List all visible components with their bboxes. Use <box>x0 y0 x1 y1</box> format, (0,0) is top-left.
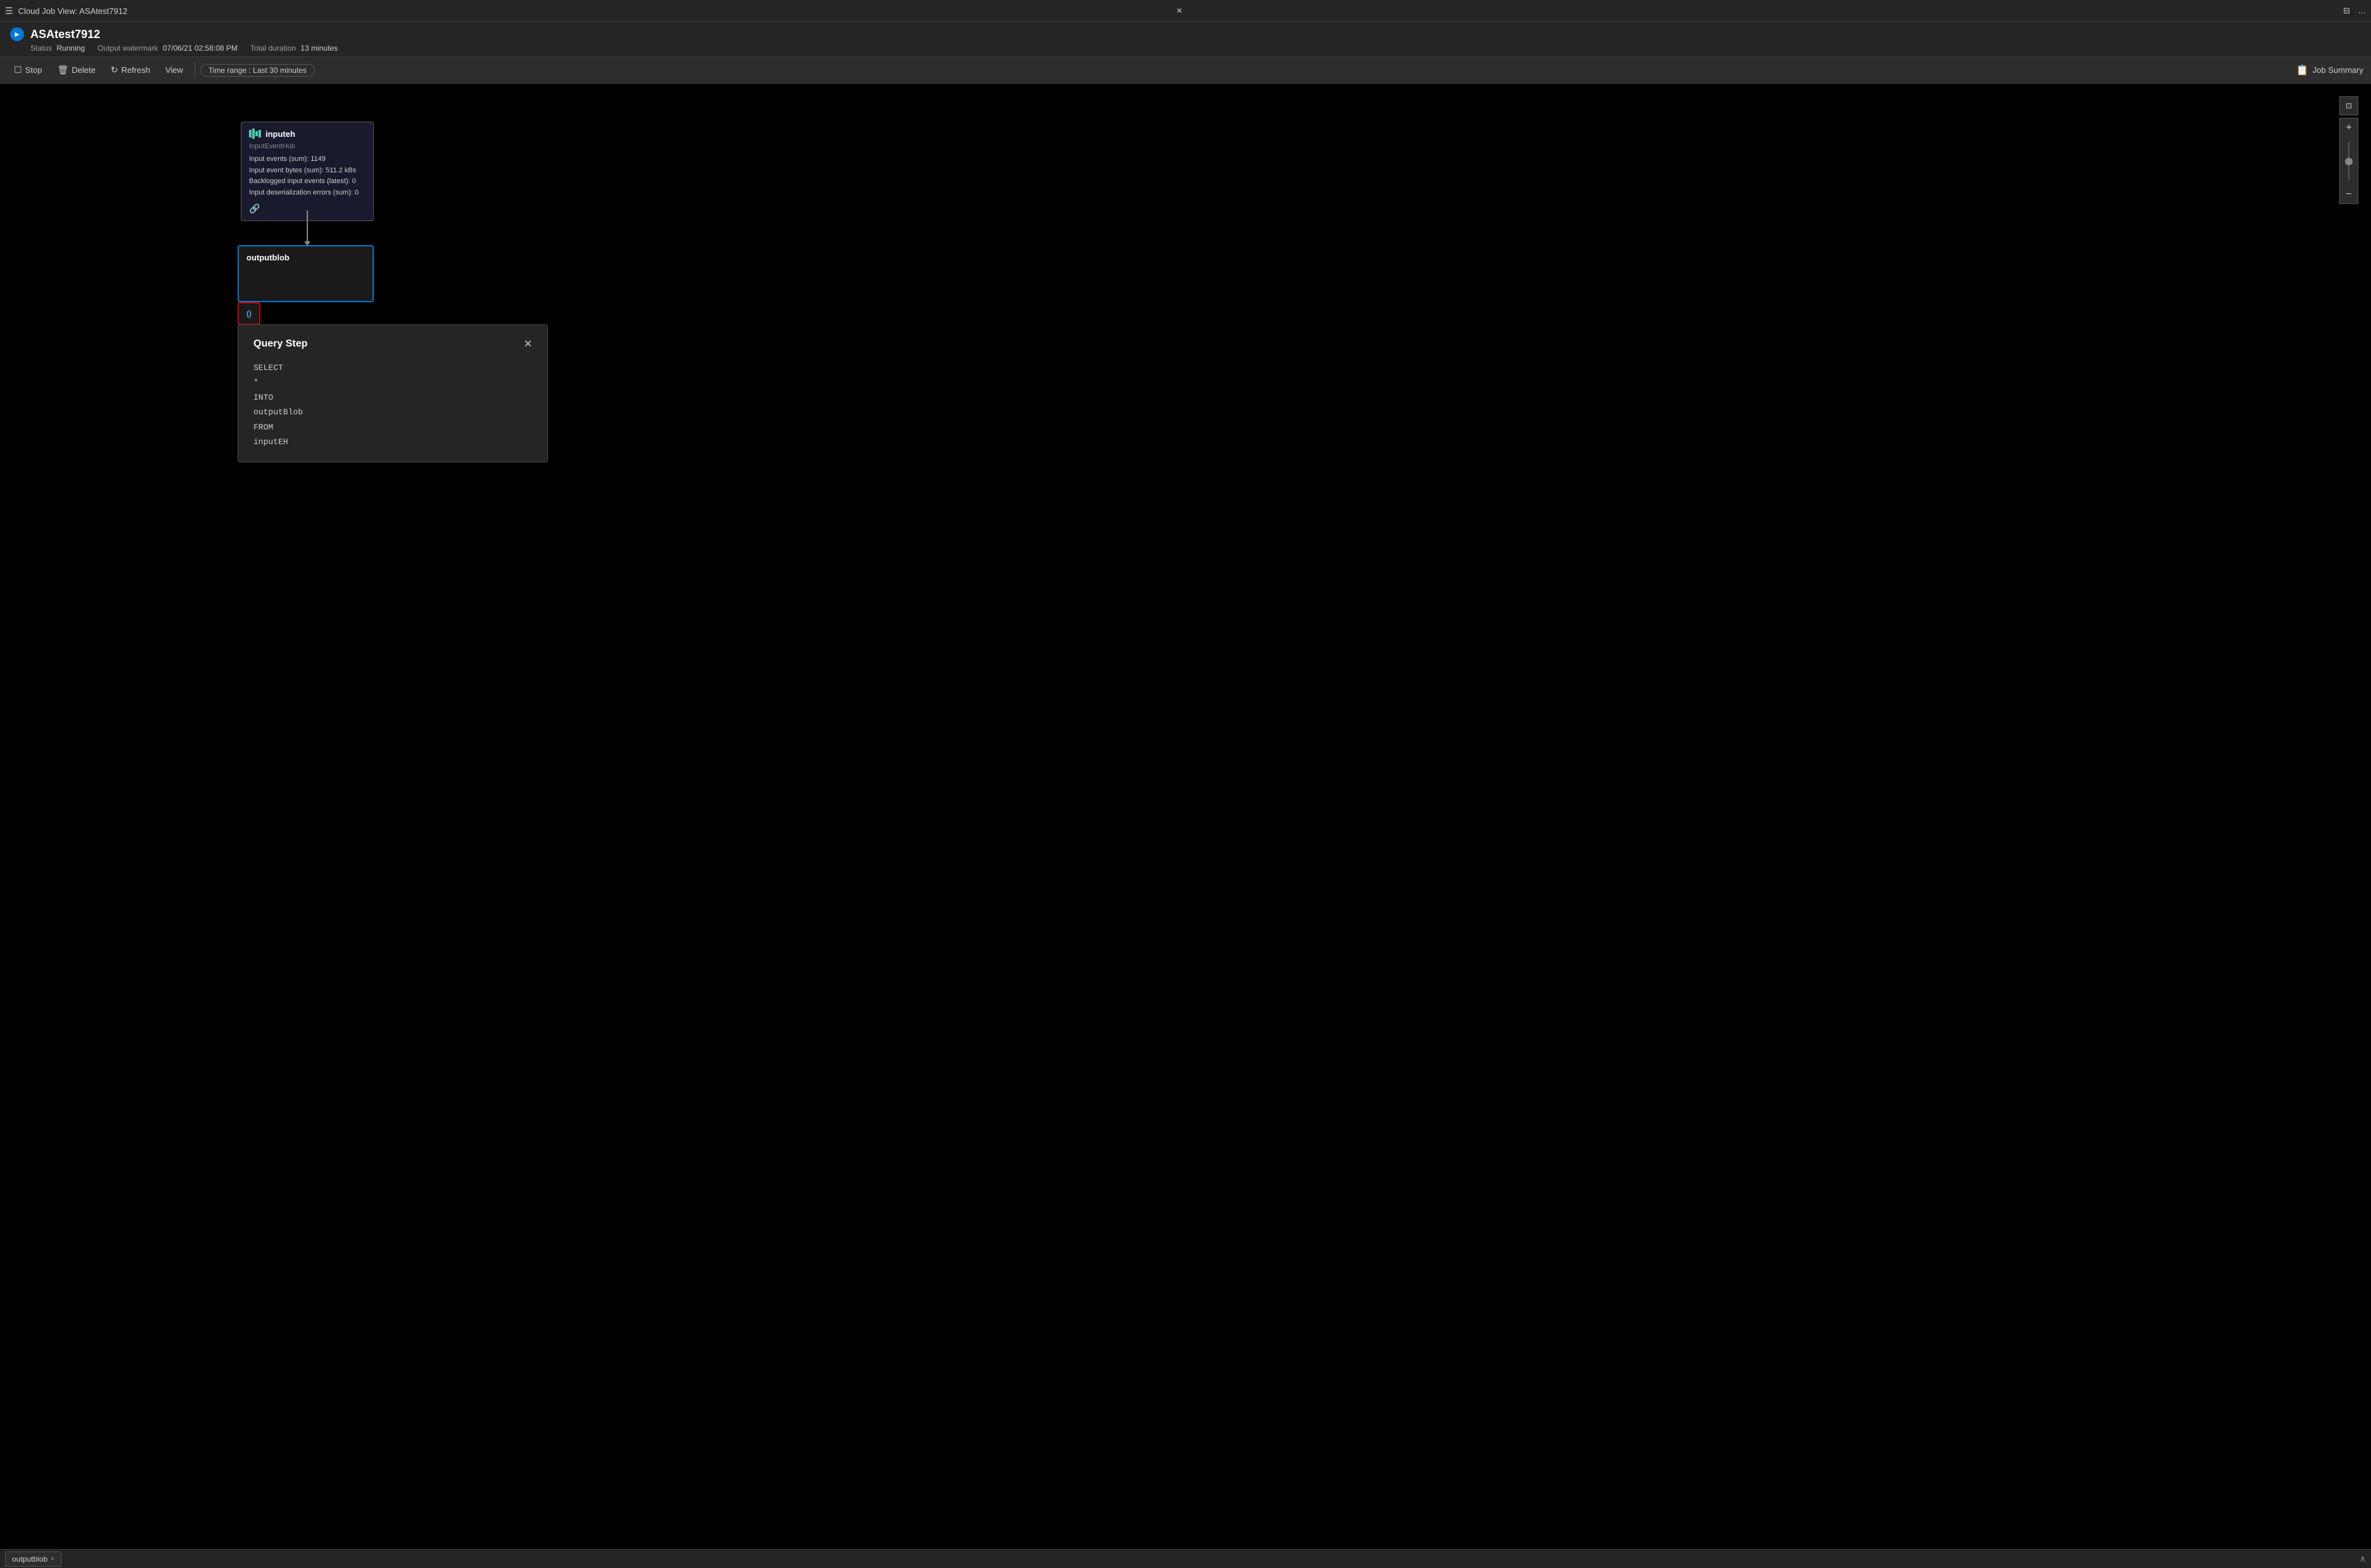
refresh-label: Refresh <box>121 65 150 75</box>
job-summary-label: Job Summary <box>2313 65 2363 75</box>
bottom-tab-outputblob[interactable]: outputblob ∨ <box>5 1552 61 1567</box>
query-line-star: * <box>253 375 532 390</box>
node-connector-arrow <box>307 210 308 242</box>
query-step-header: Query Step ✕ <box>253 338 532 350</box>
refresh-button[interactable]: ↻ Refresh <box>105 62 157 78</box>
watermark-label: Output watermark <box>98 44 158 53</box>
time-range-label: Time range : Last 30 minutes <box>208 66 307 75</box>
split-editor-icon[interactable]: ⊟ <box>2343 6 2350 16</box>
zoom-slider-thumb[interactable] <box>2345 158 2353 165</box>
job-header: ► ASAtest7912 Status Running Output wate… <box>0 22 2371 57</box>
title-bar: ☰ Cloud Job View: ASAtest7912 ✕ ⊟ … <box>0 0 2371 22</box>
zoom-controls: ⊡ + − <box>2339 96 2358 204</box>
watermark-value: 07/06/21 02:58:08 PM <box>163 44 238 53</box>
more-actions-icon[interactable]: … <box>2358 6 2366 16</box>
query-line-select: SELECT <box>253 360 532 375</box>
output-node-title: outputblob <box>246 253 365 262</box>
bottom-tab-label: outputblob <box>12 1555 48 1564</box>
diagram-canvas-area: inputeh InputEventHub Input events (sum)… <box>0 84 2371 1549</box>
stat-deser-errors: Input deserialization errors (sum): 0 <box>249 188 366 199</box>
toolbar: ☐ Stop 🗑 Delete ↻ Refresh View Time rang… <box>0 57 2371 84</box>
stop-label: Stop <box>25 65 42 75</box>
query-line-inputeh: inputEH <box>253 435 532 449</box>
duration-label: Total duration <box>250 44 296 53</box>
zoom-out-icon: − <box>2346 189 2351 200</box>
view-button[interactable]: View <box>159 63 189 77</box>
watermark-meta: Output watermark 07/06/21 02:58:08 PM <box>98 44 238 53</box>
stop-icon: ☐ <box>14 65 22 75</box>
query-step-icon-button[interactable]: () <box>238 302 260 325</box>
status-meta: Status Running <box>30 44 85 53</box>
duration-meta: Total duration 13 minutes <box>250 44 338 53</box>
zoom-in-button[interactable]: + <box>2339 118 2358 137</box>
stat-input-bytes: Input event bytes (sum): 511.2 kBs <box>249 165 366 177</box>
input-node-stats: Input events (sum): 1149 Input event byt… <box>249 154 366 198</box>
stop-button[interactable]: ☐ Stop <box>8 62 48 78</box>
job-summary-icon: 📋 <box>2296 64 2309 77</box>
zoom-slider[interactable] <box>2339 137 2358 185</box>
view-label: View <box>165 65 183 75</box>
zoom-fit-icon: ⊡ <box>2346 101 2352 110</box>
job-title: ASAtest7912 <box>30 28 100 41</box>
zoom-out-button[interactable]: − <box>2339 185 2358 204</box>
stat-input-events: Input events (sum): 1149 <box>249 154 366 165</box>
duration-value: 13 minutes <box>300 44 338 53</box>
zoom-slider-track <box>2348 142 2349 180</box>
input-node-subtitle: InputEventHub <box>249 143 366 150</box>
bottom-tab-chevron-icon: ∨ <box>50 1555 54 1562</box>
close-tab-button[interactable]: ✕ <box>1176 6 1182 15</box>
job-status-icon: ► <box>10 27 24 41</box>
title-bar-actions: ⊟ … <box>2343 6 2366 16</box>
tab-title: Cloud Job View: ASAtest7912 <box>18 6 1169 16</box>
query-step-code: SELECT * INTO outputBlob FROM inputEH <box>253 360 532 449</box>
status-value: Running <box>56 44 85 53</box>
input-node-title: inputeh <box>265 129 295 139</box>
job-meta: Status Running Output watermark 07/06/21… <box>30 44 2361 53</box>
query-line-into: INTO <box>253 390 532 405</box>
query-line-outputblob: outputBlob <box>253 405 532 419</box>
bottom-chevron-up-icon[interactable]: ∧ <box>2360 1553 2366 1564</box>
delete-button[interactable]: 🗑 Delete <box>51 62 101 78</box>
stat-backlogged: Backlogged input events (latest): 0 <box>249 176 366 188</box>
input-node[interactable]: inputeh InputEventHub Input events (sum)… <box>241 122 374 221</box>
bottom-right: ∧ <box>2360 1553 2366 1564</box>
delete-label: Delete <box>72 65 96 75</box>
zoom-fit-button[interactable]: ⊡ <box>2339 96 2358 115</box>
job-title-row: ► ASAtest7912 <box>10 27 2361 41</box>
input-node-title-row: inputeh <box>249 129 366 139</box>
status-label: Status <box>30 44 52 53</box>
query-step-close-button[interactable]: ✕ <box>524 338 532 350</box>
time-range-selector[interactable]: Time range : Last 30 minutes <box>200 64 315 77</box>
refresh-icon: ↻ <box>111 65 118 75</box>
query-step-panel: Query Step ✕ SELECT * INTO outputBlob FR… <box>238 324 548 462</box>
delete-icon: 🗑 <box>57 65 68 75</box>
job-summary-button[interactable]: 📋 Job Summary <box>2296 64 2363 77</box>
menu-icon[interactable]: ☰ <box>5 6 13 16</box>
output-node[interactable]: outputblob <box>238 245 374 302</box>
query-step-title: Query Step <box>253 338 307 350</box>
query-step-icon-label: () <box>246 309 252 318</box>
event-hub-icon <box>249 129 262 139</box>
bottom-tab-bar: outputblob ∨ ∧ <box>0 1549 2371 1568</box>
query-line-from: FROM <box>253 420 532 435</box>
zoom-in-icon: + <box>2346 122 2351 134</box>
